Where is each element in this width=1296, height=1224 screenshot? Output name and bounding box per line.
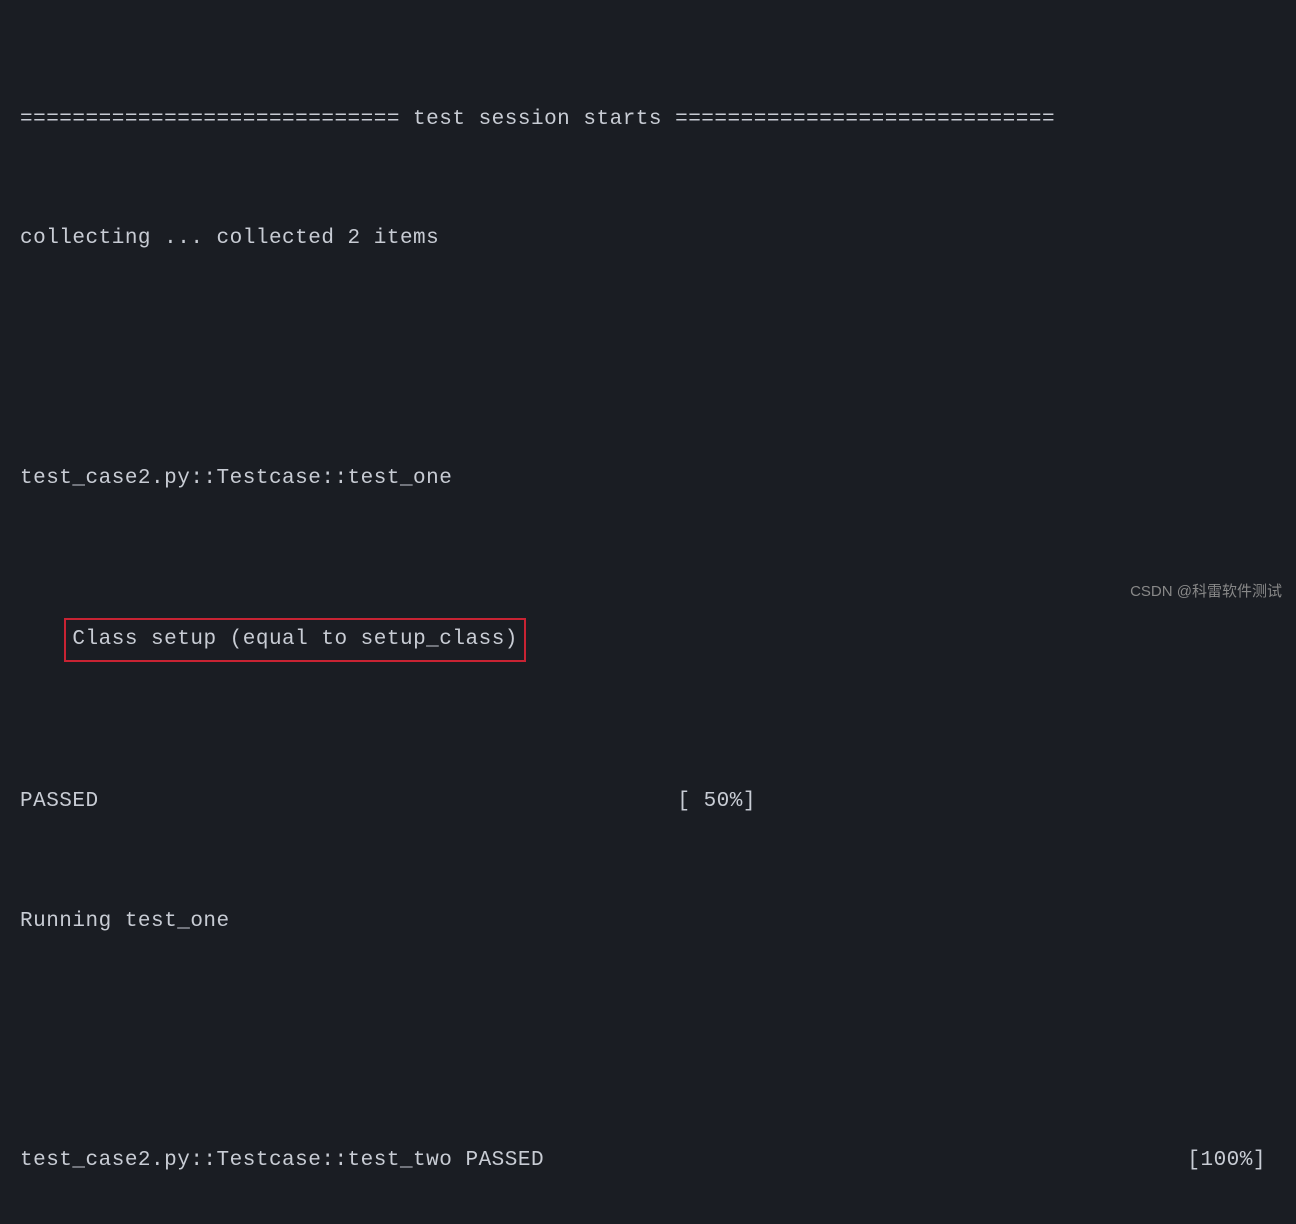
test-one-id-line: test_case2.py::Testcase::test_one [20,459,1276,499]
running-one-line: Running test_one [20,902,1276,942]
test-two-line: test_case2.py::Testcase::test_two PASSED… [20,1141,1276,1181]
blank-line [20,1021,1276,1061]
percent-50: [ 50%] [677,782,1276,822]
class-setup-highlight: Class setup (equal to setup_class) [64,618,525,662]
collecting-line: collecting ... collected 2 items [20,219,1276,259]
passed-50-line: PASSED [ 50%] [20,782,1276,822]
session-header-line: ============================= test sessi… [20,100,1276,140]
test-two-passed: test_case2.py::Testcase::test_two PASSED [20,1141,544,1181]
class-setup-line: Class setup (equal to setup_class) [20,578,1276,702]
terminal-output: ============================= test sessi… [20,20,1276,1224]
passed-label: PASSED [20,782,99,822]
blank-line [20,339,1276,379]
percent-100: [100%] [1187,1141,1276,1181]
watermark: CSDN @科雷软件测试 [1130,578,1282,607]
